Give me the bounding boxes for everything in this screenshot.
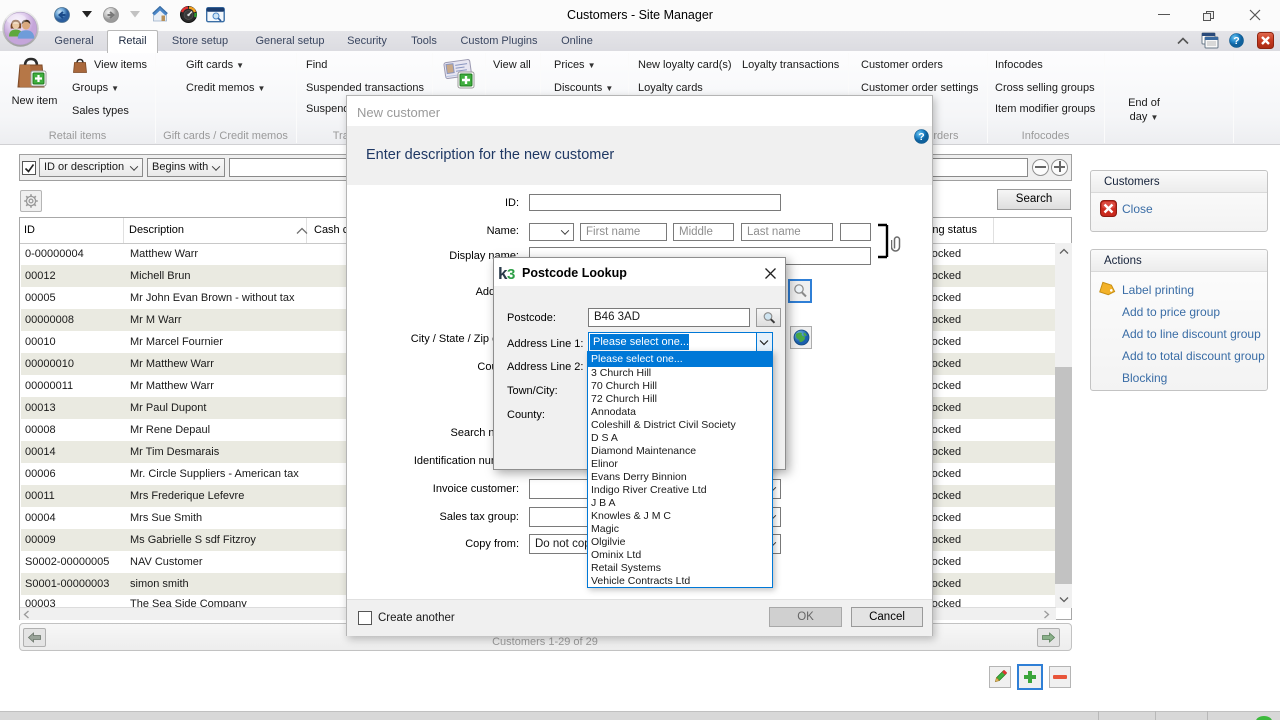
svg-text:3: 3 bbox=[507, 266, 515, 282]
svg-text:?: ? bbox=[1233, 35, 1239, 47]
svg-text:?: ? bbox=[918, 131, 924, 143]
